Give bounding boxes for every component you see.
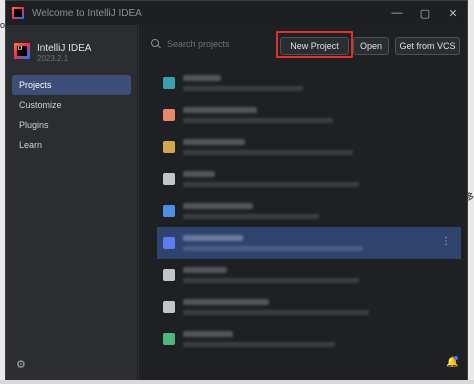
project-icon bbox=[163, 205, 175, 217]
project-icon bbox=[163, 173, 175, 185]
list-item[interactable] bbox=[151, 163, 467, 195]
sidebar-item-plugins[interactable]: Plugins bbox=[12, 115, 131, 135]
list-item[interactable] bbox=[151, 131, 467, 163]
project-icon bbox=[163, 333, 175, 345]
open-button[interactable]: Open bbox=[353, 37, 389, 55]
list-item[interactable] bbox=[151, 67, 467, 99]
title-bar[interactable]: Welcome to IntelliJ IDEA — ▢ ✕ bbox=[6, 1, 467, 25]
logo-text: IJ bbox=[17, 46, 27, 56]
brand: IJ IntelliJ IDEA 2023.2.1 bbox=[14, 43, 91, 64]
intellij-logo-icon: IJ bbox=[14, 43, 30, 59]
window-title: Welcome to IntelliJ IDEA bbox=[32, 7, 142, 19]
search-input[interactable] bbox=[167, 39, 267, 49]
project-icon bbox=[163, 77, 175, 89]
new-project-button[interactable]: New Project bbox=[280, 37, 349, 55]
product-version: 2023.2.1 bbox=[37, 54, 69, 63]
project-icon bbox=[163, 109, 175, 121]
projects-panel: New Project Open Get from VCS bbox=[139, 25, 467, 380]
search-bar bbox=[151, 39, 267, 49]
list-item[interactable] bbox=[151, 195, 467, 227]
project-icon bbox=[163, 301, 175, 313]
maximize-button[interactable]: ▢ bbox=[411, 1, 439, 25]
notification-dot bbox=[454, 356, 458, 360]
list-item[interactable] bbox=[151, 323, 467, 355]
welcome-window: Welcome to IntelliJ IDEA — ▢ ✕ IJ Intell… bbox=[5, 0, 468, 380]
list-item-selected[interactable]: ⋮ bbox=[157, 227, 461, 259]
more-options-icon[interactable]: ⋮ bbox=[441, 237, 451, 247]
sidebar-item-learn[interactable]: Learn bbox=[12, 135, 131, 155]
list-item[interactable] bbox=[151, 291, 467, 323]
project-icon bbox=[163, 237, 175, 249]
intellij-app-icon bbox=[12, 7, 24, 19]
sidebar-item-customize[interactable]: Customize bbox=[12, 95, 131, 115]
sidebar-item-projects[interactable]: Projects bbox=[12, 75, 131, 95]
window-controls: — ▢ ✕ bbox=[383, 1, 467, 25]
list-item[interactable] bbox=[151, 259, 467, 291]
project-icon bbox=[163, 269, 175, 281]
list-item[interactable] bbox=[151, 99, 467, 131]
minimize-button[interactable]: — bbox=[383, 1, 411, 25]
get-from-vcs-button[interactable]: Get from VCS bbox=[395, 37, 460, 55]
product-name: IntelliJ IDEA bbox=[37, 43, 92, 54]
sidebar-nav: Projects Customize Plugins Learn bbox=[12, 75, 131, 155]
desktop-background-bottom bbox=[0, 380, 474, 384]
close-button[interactable]: ✕ bbox=[439, 1, 467, 25]
recent-projects-list: ⋮ bbox=[151, 67, 467, 355]
gear-icon[interactable]: ⚙ bbox=[16, 359, 28, 371]
notifications-bell-icon[interactable]: 🔔 bbox=[446, 356, 458, 369]
sidebar: IJ IntelliJ IDEA 2023.2.1 Projects Custo… bbox=[6, 25, 138, 380]
project-icon bbox=[163, 141, 175, 153]
search-icon bbox=[151, 39, 161, 49]
